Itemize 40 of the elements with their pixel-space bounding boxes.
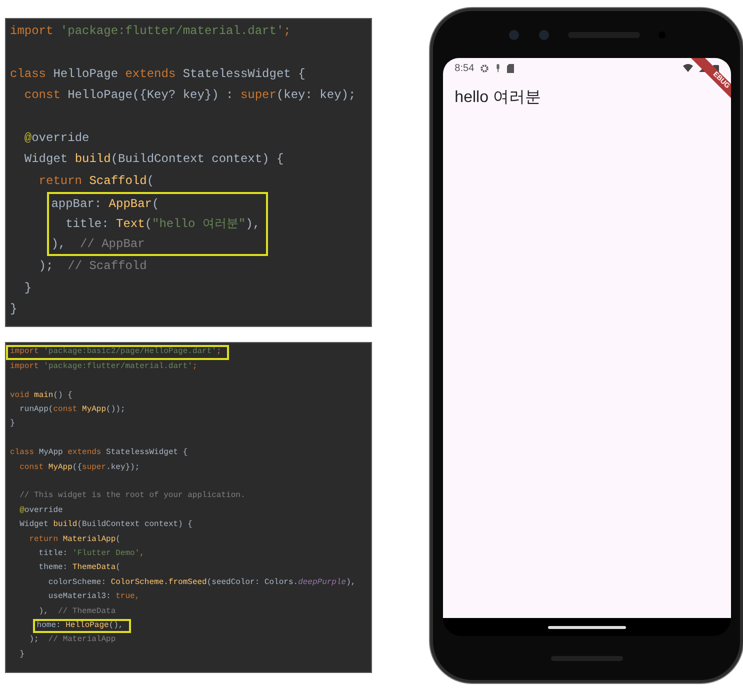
code-line: ), // ThemeData bbox=[38, 606, 117, 618]
code-line: Widget build(BuildContext context) { bbox=[18, 519, 194, 532]
code-line: title: 'Flutter Demo', bbox=[38, 548, 146, 560]
code-line: } bbox=[18, 648, 26, 661]
code-line: useMaterial3: true, bbox=[47, 591, 141, 604]
code-line: return MaterialApp( bbox=[28, 534, 122, 546]
sd-card-icon bbox=[507, 64, 514, 72]
code-line: ); // Scaffold bbox=[38, 258, 148, 276]
code-line: const MyApp({super.key}); bbox=[18, 462, 141, 474]
code-line: import 'package:basic2/page/HelloPage.dart'; bbox=[9, 347, 222, 358]
code-line: } bbox=[23, 280, 33, 297]
code-line: void main() { bbox=[9, 390, 74, 402]
gear-icon bbox=[480, 64, 490, 72]
code-line: } bbox=[9, 418, 16, 430]
status-time: 8:54 bbox=[454, 62, 474, 74]
code-line: ); // MaterialApp bbox=[28, 634, 117, 646]
code-line: runApp(const MyApp()); bbox=[18, 404, 126, 416]
code-line: import 'package:flutter/material.dart'; bbox=[9, 23, 292, 40]
home-indicator[interactable] bbox=[548, 626, 626, 628]
code-line: return Scaffold( bbox=[38, 172, 156, 190]
code-line: ), // AppBar bbox=[50, 236, 146, 254]
code-line: @override bbox=[23, 130, 90, 147]
code-line: class HelloPage extends StatelessWidget { bbox=[9, 66, 306, 83]
code-line: Widget build(BuildContext context) { bbox=[23, 151, 285, 168]
camera-icon bbox=[538, 28, 550, 40]
code-line: home: HelloPage(), bbox=[36, 620, 124, 632]
code-line: class MyApp extends StatelessWidget { bbox=[9, 447, 189, 460]
microphone-icon bbox=[495, 64, 502, 72]
code-line: } bbox=[9, 301, 18, 318]
camera-icon bbox=[508, 28, 520, 40]
code-line: colorScheme: ColorScheme.fromSeed(seedColor: Colors.deepPurple), bbox=[47, 576, 357, 589]
code-line: const HelloPage({Key? key}) : super(key: key); bbox=[23, 87, 357, 104]
code-line: import 'package:flutter/material.dart'; bbox=[9, 360, 198, 373]
code-line: @override bbox=[18, 504, 64, 517]
code-line: appBar: AppBar( bbox=[50, 196, 160, 214]
body-text: hello 여러분 bbox=[454, 88, 541, 108]
code-line: theme: ThemeData( bbox=[38, 562, 122, 574]
code-line: // This widget is the root of your application. bbox=[18, 490, 246, 502]
code-line: title: Text("hello 여러분"), bbox=[64, 216, 262, 234]
wifi-icon bbox=[682, 64, 693, 72]
